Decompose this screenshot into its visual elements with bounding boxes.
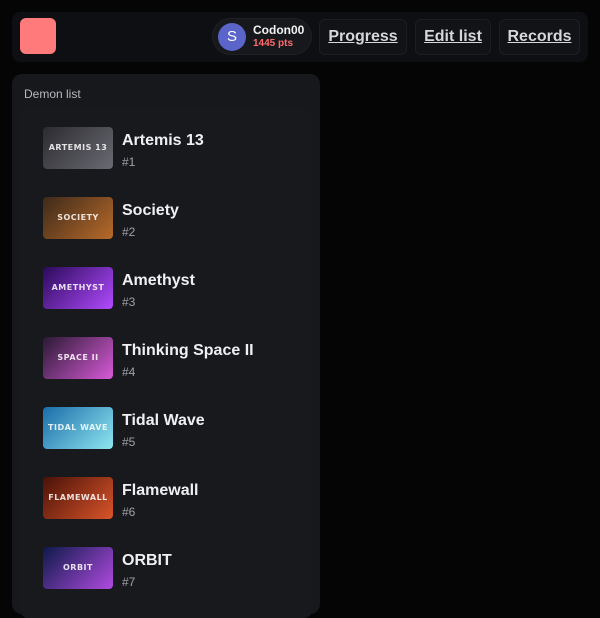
- thumbnail-logo-text: ARTEMIS 13: [48, 143, 108, 152]
- list-item[interactable]: ORBIT ORBIT #7: [20, 528, 312, 598]
- level-rank: #4: [122, 365, 136, 379]
- level-thumbnail: FLAMEWALL: [43, 477, 113, 519]
- level-name: Amethyst: [122, 272, 195, 289]
- list-item[interactable]: ARTEMIS 13 Artemis 13 #1: [20, 108, 312, 178]
- level-rank: #6: [122, 505, 136, 519]
- level-name: Society: [122, 202, 179, 219]
- level-thumbnail: ORBIT: [43, 547, 113, 589]
- demon-list: ARTEMIS 13 Artemis 13 #1 SOCIETY Society #2 AM…: [20, 108, 312, 618]
- list-item[interactable]: AMETHYST Amethyst #3: [20, 248, 312, 318]
- site-logo[interactable]: [20, 18, 56, 54]
- user-avatar: S: [218, 23, 246, 51]
- edit-list-button[interactable]: Edit list: [415, 19, 491, 55]
- level-thumbnail: SOCIETY: [43, 197, 113, 239]
- list-item[interactable]: SPACE II Thinking Space II #4: [20, 318, 312, 388]
- thumbnail-logo-text: TIDAL WAVE: [48, 423, 108, 432]
- progress-button[interactable]: Progress: [319, 19, 407, 55]
- thumbnail-logo-text: ORBIT: [63, 563, 93, 572]
- level-name: Artemis 13: [122, 132, 204, 149]
- level-thumbnail: AMETHYST: [43, 267, 113, 309]
- level-rank: #1: [122, 155, 136, 169]
- panel-title: Demon list: [24, 87, 81, 101]
- user-points: 1445 pts: [253, 38, 294, 49]
- list-item[interactable]: SOCIETY Society #2: [20, 178, 312, 248]
- thumbnail-logo-text: FLAMEWALL: [48, 493, 108, 502]
- top-bar: S Codon00 1445 pts Progress Edit list Re…: [12, 12, 588, 62]
- level-rank: #3: [122, 295, 136, 309]
- level-thumbnail: ARTEMIS 13: [43, 127, 113, 169]
- list-item[interactable]: FLAMEWALL Flamewall #6: [20, 458, 312, 528]
- username: Codon00: [253, 23, 305, 37]
- level-thumbnail: TIDAL WAVE: [43, 407, 113, 449]
- level-rank: #7: [122, 575, 136, 589]
- level-name: Tidal Wave: [122, 412, 205, 429]
- level-name: ORBIT: [122, 552, 172, 569]
- level-name: Thinking Space II: [122, 342, 254, 359]
- level-rank: #5: [122, 435, 136, 449]
- records-button[interactable]: Records: [499, 19, 580, 55]
- level-rank: #2: [122, 225, 136, 239]
- user-profile-chip[interactable]: S Codon00 1445 pts: [212, 18, 312, 55]
- thumbnail-logo-text: SPACE II: [57, 353, 99, 362]
- thumbnail-logo-text: AMETHYST: [51, 283, 105, 292]
- level-thumbnail: SPACE II: [43, 337, 113, 379]
- thumbnail-logo-text: SOCIETY: [57, 213, 99, 222]
- list-item[interactable]: TIDAL WAVE Tidal Wave #5: [20, 388, 312, 458]
- demon-list-panel: Demon list ARTEMIS 13 Artemis 13 #1 SOCIETY…: [12, 74, 320, 618]
- level-name: Flamewall: [122, 482, 199, 499]
